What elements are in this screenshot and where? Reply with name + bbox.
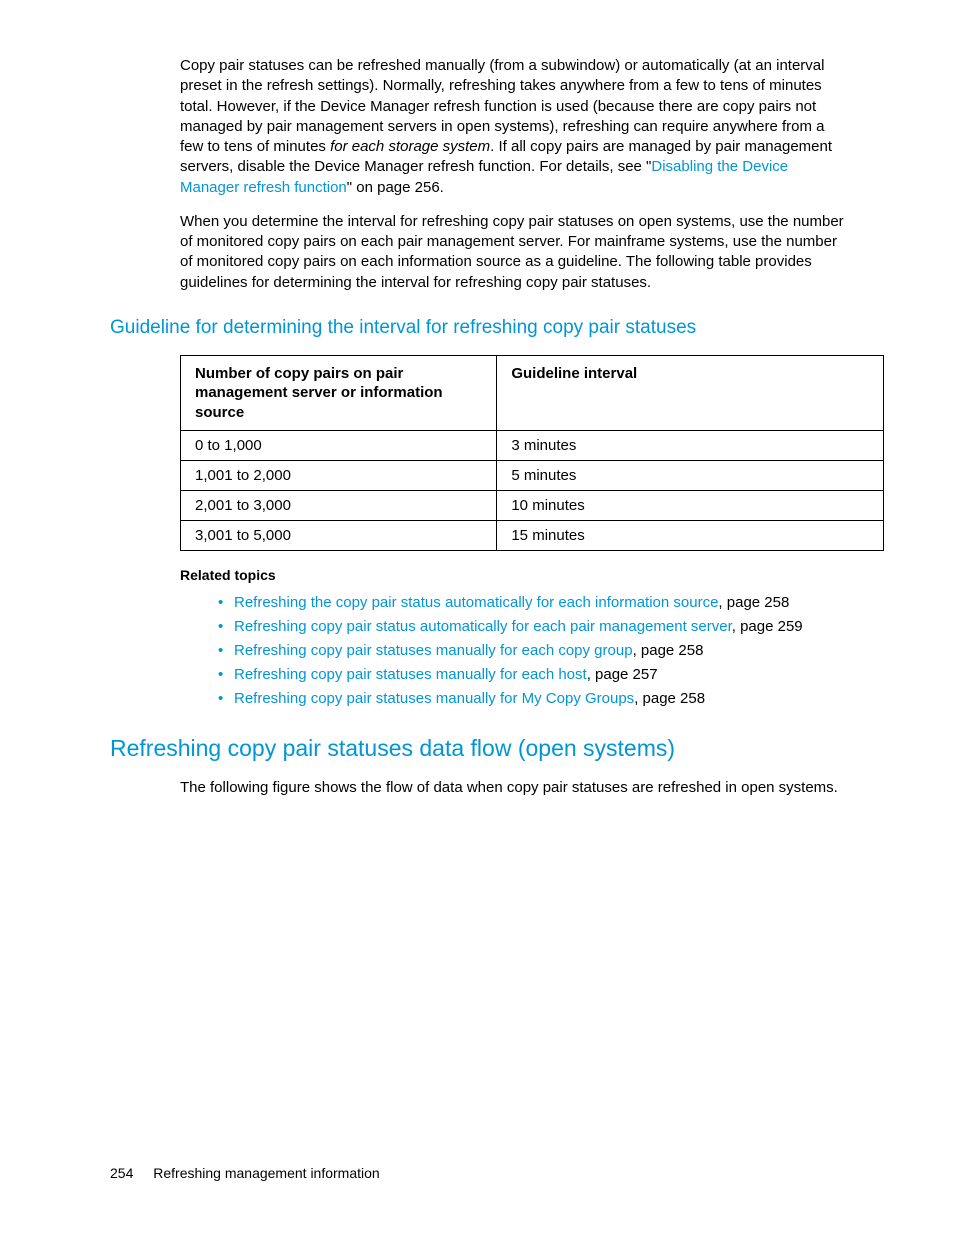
related-link[interactable]: Refreshing copy pair statuses manually f… [234, 666, 587, 683]
table-header-row: Number of copy pairs on pair management … [181, 355, 884, 431]
related-tail: , page 257 [587, 666, 658, 683]
table-cell: 5 minutes [497, 461, 884, 491]
page-number: 254 [110, 1165, 133, 1181]
paragraph-1c: " on page 256. [347, 179, 444, 196]
list-item: Refreshing copy pair status automaticall… [218, 615, 844, 639]
related-link[interactable]: Refreshing copy pair status automaticall… [234, 618, 732, 635]
related-tail: , page 259 [732, 618, 803, 635]
related-topics-heading: Related topics [110, 567, 844, 583]
table-cell: 1,001 to 2,000 [181, 461, 497, 491]
table-row: 3,001 to 5,000 15 minutes [181, 521, 884, 551]
heading-data-flow: Refreshing copy pair statuses data flow … [110, 735, 844, 762]
list-item: Refreshing the copy pair status automati… [218, 591, 844, 615]
related-tail: , page 258 [633, 642, 704, 659]
related-link[interactable]: Refreshing the copy pair status automati… [234, 594, 718, 611]
table-row: 2,001 to 3,000 10 minutes [181, 491, 884, 521]
list-item: Refreshing copy pair statuses manually f… [218, 687, 844, 711]
related-tail: , page 258 [718, 594, 789, 611]
related-link[interactable]: Refreshing copy pair statuses manually f… [234, 642, 633, 659]
list-item: Refreshing copy pair statuses manually f… [218, 663, 844, 687]
table-cell: 2,001 to 3,000 [181, 491, 497, 521]
page-footer: 254 Refreshing management information [110, 1165, 380, 1181]
list-item: Refreshing copy pair statuses manually f… [218, 639, 844, 663]
table-row: 0 to 1,000 3 minutes [181, 431, 884, 461]
table-cell: 10 minutes [497, 491, 884, 521]
heading-guideline-interval: Guideline for determining the interval f… [110, 317, 844, 339]
paragraph-1-italic: for each storage system [330, 138, 490, 155]
paragraph-1: Copy pair statuses can be refreshed manu… [110, 56, 844, 198]
footer-section: Refreshing management information [153, 1165, 379, 1181]
document-page: Copy pair statuses can be refreshed manu… [0, 0, 954, 1235]
table-cell: 3 minutes [497, 431, 884, 461]
paragraph-2: When you determine the interval for refr… [110, 212, 844, 293]
table-cell: 0 to 1,000 [181, 431, 497, 461]
table-row: 1,001 to 2,000 5 minutes [181, 461, 884, 491]
table-cell: 3,001 to 5,000 [181, 521, 497, 551]
paragraph-3: The following figure shows the flow of d… [110, 778, 844, 798]
table-cell: 15 minutes [497, 521, 884, 551]
related-tail: , page 258 [634, 690, 705, 707]
table-header-pairs: Number of copy pairs on pair management … [181, 355, 497, 431]
guideline-interval-table: Number of copy pairs on pair management … [180, 355, 884, 552]
related-link[interactable]: Refreshing copy pair statuses manually f… [234, 690, 634, 707]
table-header-interval: Guideline interval [497, 355, 884, 431]
related-topics-list: Refreshing the copy pair status automati… [110, 591, 844, 711]
